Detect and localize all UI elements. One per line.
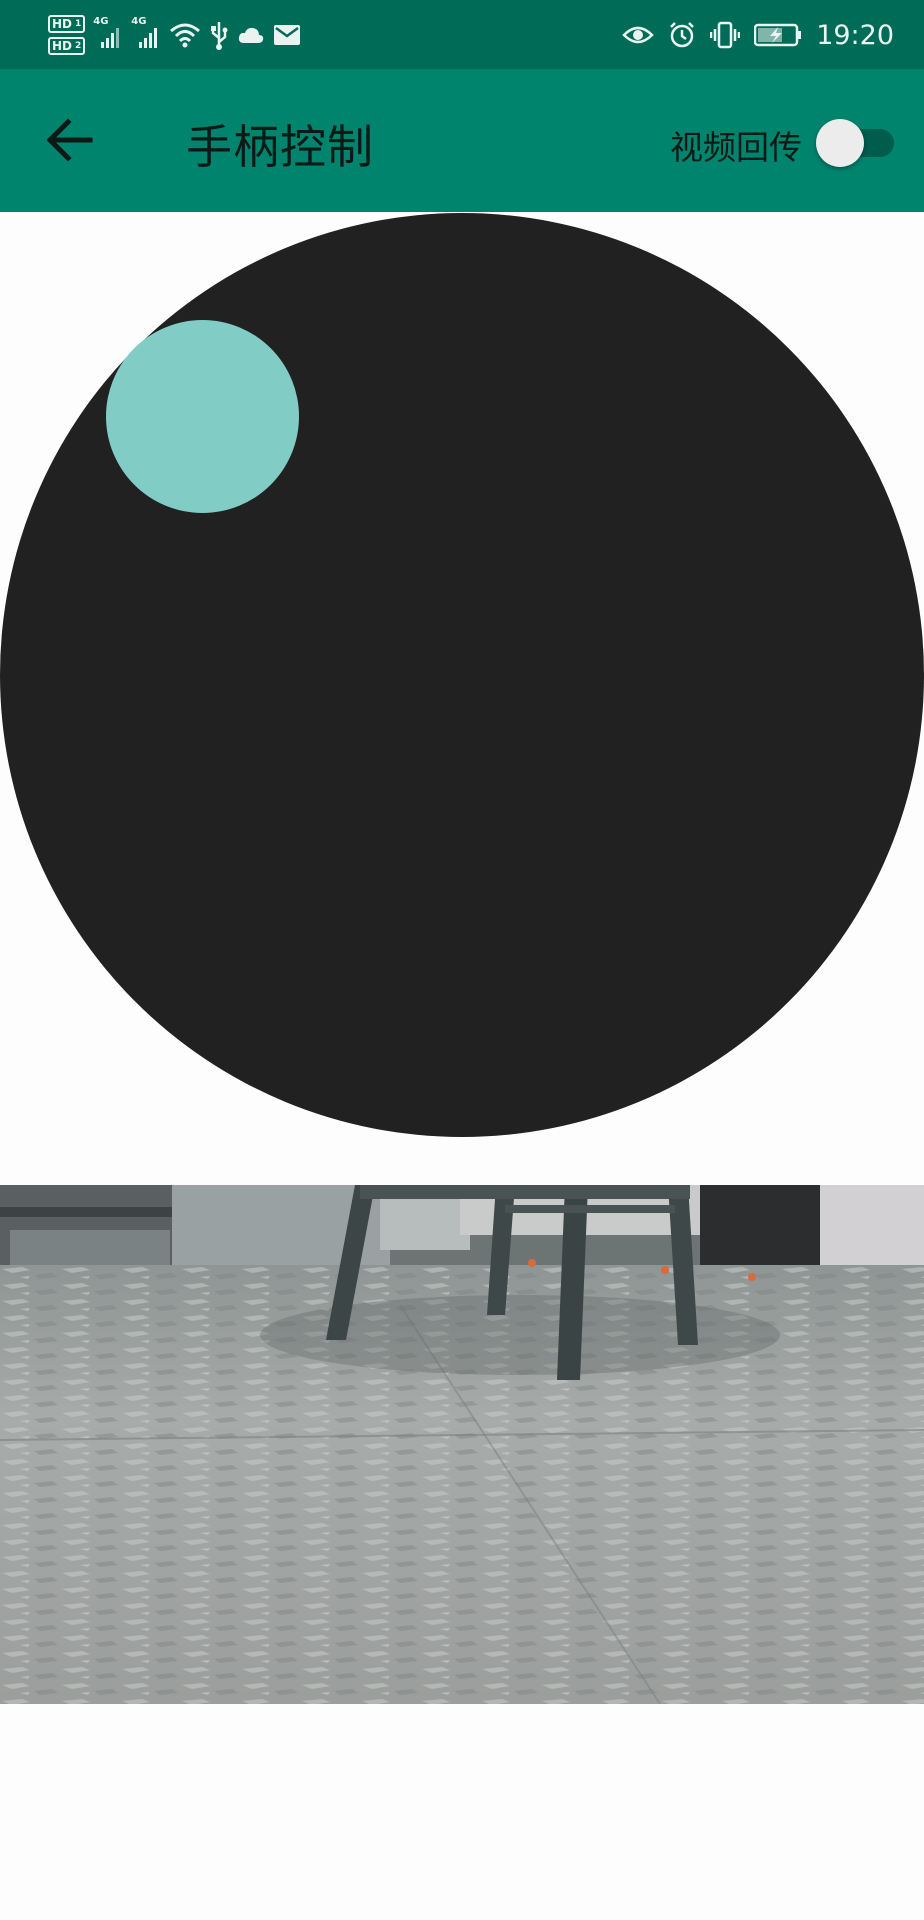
sim2-hd-badge: HD 2: [48, 37, 86, 55]
usb-icon: [211, 22, 228, 50]
video-feedback-toggle[interactable]: [816, 119, 894, 167]
cloud-icon: [239, 27, 264, 43]
sim1-index: 1: [75, 19, 82, 29]
sim1-hd-badge: HD 1: [48, 15, 86, 33]
eye-icon: [622, 26, 654, 44]
joystick-knob[interactable]: [106, 320, 299, 513]
status-bar: HD 1 HD 2 4G 4G 19:20: [0, 0, 924, 69]
sim2-index: 2: [75, 41, 82, 51]
wifi-icon: [170, 23, 201, 48]
network-type-2: 4G: [131, 16, 147, 27]
status-bar-right: 19:20: [622, 10, 894, 60]
battery-charging-icon: [754, 23, 802, 47]
sim2-label: HD: [52, 39, 73, 53]
sim1-label: HD: [52, 17, 73, 31]
toggle-thumb: [816, 119, 864, 167]
signal-icon: 4G: [93, 16, 123, 48]
signal-icon: 4G: [131, 16, 161, 48]
back-arrow-icon[interactable]: [44, 117, 94, 163]
vibrate-icon: [710, 21, 741, 49]
alarm-icon: [670, 22, 695, 48]
app-bar: 手柄控制 视频回传: [0, 69, 924, 212]
mail-icon: [274, 25, 301, 45]
camera-feed-image: [0, 1185, 924, 1704]
page-title: 手柄控制: [186, 120, 374, 174]
video-feedback-label: 视频回传: [670, 128, 802, 167]
network-type-1: 4G: [93, 16, 109, 27]
status-bar-left: HD 1 HD 2 4G 4G: [48, 10, 301, 60]
joystick-area[interactable]: [0, 213, 924, 1137]
sim-indicators: HD 1 HD 2: [48, 15, 86, 55]
clock-time: 19:20: [816, 19, 894, 51]
video-feed: [0, 1185, 924, 1704]
